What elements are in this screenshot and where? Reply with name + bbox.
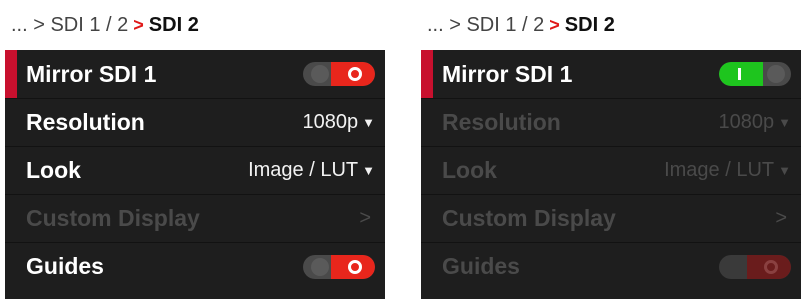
toggle-knob	[311, 257, 329, 276]
menu-item-label: Mirror SDI 1	[442, 60, 573, 87]
chevron-down-icon: ▼	[362, 115, 375, 130]
menu-item-mirror-sdi-1[interactable]: Mirror SDI 1	[421, 50, 801, 98]
breadcrumb: ... > SDI 1 / 2 > SDI 2	[5, 0, 385, 50]
resolution-value-text: 1080p	[302, 111, 359, 133]
off-ring-icon	[348, 67, 362, 81]
menu-item-look[interactable]: Look Image / LUT ▼	[5, 146, 385, 194]
chevron-right-icon: >	[359, 207, 371, 229]
breadcrumb-parent[interactable]: ... > SDI 1 / 2	[427, 14, 544, 37]
menu-item-look: Look Image / LUT ▼	[421, 146, 801, 194]
chevron-down-icon: ▼	[778, 163, 791, 178]
off-ring-icon	[348, 259, 362, 274]
mirror-sdi-1-toggle[interactable]	[303, 62, 375, 86]
guides-toggle[interactable]	[303, 254, 375, 279]
breadcrumb: ... > SDI 1 / 2 > SDI 2	[421, 0, 801, 50]
menu-item-label: Guides	[26, 253, 104, 279]
menu-item-label: Guides	[442, 253, 520, 279]
on-bar-icon	[738, 68, 741, 80]
breadcrumb-separator-icon: >	[133, 14, 144, 35]
guides-toggle	[719, 254, 791, 279]
menu-item-label: Resolution	[442, 109, 561, 135]
menu-item-label: Look	[442, 157, 497, 183]
menu-item-resolution[interactable]: Resolution 1080p ▼	[5, 98, 385, 146]
toggle-knob	[727, 257, 745, 276]
menu-item-label: Custom Display	[442, 205, 616, 231]
menu-item-guides[interactable]: Guides	[5, 242, 385, 290]
look-value: Image / LUT ▼	[664, 159, 791, 182]
menu-list: Mirror SDI 1 Resolution 1080p ▼ Look Ima…	[421, 50, 801, 299]
menu-item-mirror-sdi-1[interactable]: Mirror SDI 1	[5, 50, 385, 98]
menu-item-custom-display: Custom Display >	[421, 194, 801, 242]
menu-item-label: Mirror SDI 1	[26, 60, 157, 87]
off-ring-icon	[764, 259, 778, 274]
toggle-knob	[311, 65, 329, 83]
menu-item-resolution: Resolution 1080p ▼	[421, 98, 801, 146]
chevron-right-icon: >	[775, 207, 787, 229]
resolution-value: 1080p ▼	[719, 111, 792, 134]
mirror-sdi-1-toggle[interactable]	[719, 62, 791, 86]
menu-panel-right: ... > SDI 1 / 2 > SDI 2 Mirror SDI 1 Res…	[421, 0, 801, 299]
menu-item-label: Resolution	[26, 109, 145, 135]
look-value-text: Image / LUT	[664, 159, 775, 181]
menu-panel-left: ... > SDI 1 / 2 > SDI 2 Mirror SDI 1 Res…	[5, 0, 385, 299]
toggle-knob	[767, 65, 785, 83]
resolution-value[interactable]: 1080p ▼	[303, 111, 376, 134]
resolution-value-text: 1080p	[718, 111, 775, 133]
look-value[interactable]: Image / LUT ▼	[248, 159, 375, 182]
breadcrumb-parent[interactable]: ... > SDI 1 / 2	[11, 14, 128, 37]
menu-item-label: Custom Display	[26, 205, 200, 231]
menu-list: Mirror SDI 1 Resolution 1080p ▼ Look Ima…	[5, 50, 385, 299]
breadcrumb-current: SDI 2	[148, 13, 199, 36]
chevron-down-icon: ▼	[362, 163, 375, 178]
menu-item-custom-display: Custom Display >	[5, 194, 385, 242]
look-value-text: Image / LUT	[248, 159, 359, 181]
menu-item-guides: Guides	[421, 242, 801, 290]
menu-item-label: Look	[26, 157, 81, 183]
chevron-down-icon: ▼	[778, 115, 791, 130]
breadcrumb-separator-icon: >	[549, 14, 560, 35]
breadcrumb-current: SDI 2	[564, 13, 615, 36]
